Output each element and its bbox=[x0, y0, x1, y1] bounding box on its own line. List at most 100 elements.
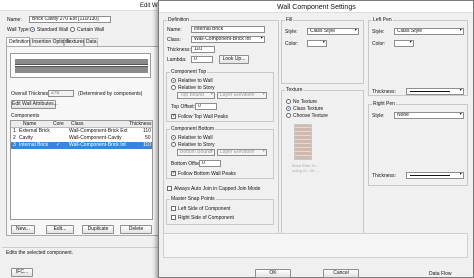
fill-title: Fill bbox=[285, 17, 294, 23]
header-name[interactable]: Name bbox=[23, 121, 36, 127]
top-layer-elevation-select[interactable]: Layer Elevation bbox=[217, 92, 267, 99]
component-bottom-title: Component Bottom bbox=[170, 126, 216, 132]
component-thickness-label: Thickness: bbox=[167, 47, 191, 53]
left-pen-color-label: Color: bbox=[372, 41, 386, 47]
tab-definition-label: Definition bbox=[9, 39, 30, 45]
choose-texture-radio[interactable] bbox=[286, 113, 291, 118]
row-thickness: 110 bbox=[143, 128, 151, 134]
table-row[interactable]: 2 Cavity Wall-Component-Cavity 50 bbox=[11, 135, 152, 142]
standard-wall-radio[interactable] bbox=[30, 27, 35, 32]
right-pen-line-sample bbox=[410, 175, 450, 176]
texture-group: Texture No Texture Class Texture Choose … bbox=[281, 88, 364, 256]
top-offset-label: Top Offset: bbox=[171, 104, 196, 110]
wcs-titlebar[interactable]: Wall Component Settings bbox=[159, 1, 473, 13]
snap-points-group: Master Snap Points Left Side of Componen… bbox=[166, 196, 274, 225]
wall-preview bbox=[10, 53, 151, 78]
tab-textures[interactable]: Textures bbox=[64, 38, 85, 46]
bottom-relative-wall-label: Relative to Wall bbox=[178, 135, 213, 141]
component-name-input[interactable]: Internal Brick bbox=[191, 26, 265, 33]
bottom-offset-input[interactable]: 0 bbox=[199, 160, 221, 167]
table-row[interactable]: 1 External Brick Wall-Component-Brick Ex… bbox=[11, 128, 152, 135]
component-top-title: Component Top bbox=[170, 69, 208, 75]
component-name-label: Name: bbox=[167, 27, 182, 33]
row-num: 2 bbox=[13, 135, 16, 141]
top-relative-wall-label: Relative to Wall bbox=[178, 78, 213, 84]
left-pen-thickness-select[interactable] bbox=[406, 88, 464, 95]
tab-definition[interactable]: Definition bbox=[6, 37, 30, 46]
bottom-relative-story-radio[interactable] bbox=[171, 142, 176, 147]
delete-component-button[interactable]: Delete bbox=[120, 225, 152, 234]
new-component-button[interactable]: New... bbox=[11, 225, 35, 234]
ifc-button[interactable]: IFC... bbox=[11, 268, 33, 277]
tab-textures-label: Textures bbox=[66, 39, 85, 45]
top-bound-select[interactable]: Top Bound bbox=[177, 92, 215, 99]
row-num: 3 bbox=[13, 142, 16, 148]
snap-points-title: Master Snap Points bbox=[170, 196, 216, 202]
texture-preview bbox=[294, 124, 312, 160]
header-class[interactable]: Class bbox=[71, 121, 84, 127]
left-side-checkbox[interactable] bbox=[171, 206, 176, 211]
ok-button[interactable]: OK bbox=[255, 269, 291, 278]
components-label: Components bbox=[11, 113, 40, 119]
component-class-select[interactable]: Wall-Component-Brick Int bbox=[191, 36, 265, 43]
component-thickness-input[interactable]: 110 bbox=[191, 46, 215, 53]
fill-style-label: Style: bbox=[285, 29, 298, 35]
right-pen-style-select[interactable]: None bbox=[394, 112, 464, 119]
class-texture-label: Class Texture bbox=[293, 106, 324, 112]
standard-wall-label: Standard Wall bbox=[37, 27, 69, 33]
header-core[interactable]: Core bbox=[53, 121, 64, 127]
top-offset-input[interactable]: 0 bbox=[195, 103, 217, 110]
right-pen-thickness-select[interactable] bbox=[406, 172, 464, 179]
edit-wall-titlebar[interactable]: Edit W bbox=[0, 0, 166, 11]
fill-style-select[interactable]: Class Style bbox=[307, 28, 359, 35]
follow-bottom-peaks-checkbox[interactable]: ✓ bbox=[171, 171, 176, 176]
curtain-wall-radio[interactable] bbox=[70, 27, 75, 32]
no-texture-radio[interactable] bbox=[286, 99, 291, 104]
cancel-button[interactable]: Cancel bbox=[323, 269, 359, 278]
component-bottom-group: Component Bottom Relative to Wall Relati… bbox=[166, 126, 274, 179]
overall-thickness-label: Overall Thickness: bbox=[11, 91, 53, 97]
duplicate-component-button[interactable]: Duplicate bbox=[82, 225, 114, 234]
bottom-relative-wall-radio[interactable] bbox=[171, 135, 176, 140]
right-side-checkbox[interactable] bbox=[171, 215, 176, 220]
class-texture-radio[interactable] bbox=[286, 106, 291, 111]
edit-component-button[interactable]: Edit... bbox=[46, 225, 74, 234]
table-row-selected[interactable]: 3 Internal Brick ✓ Wall-Component-Brick … bbox=[11, 142, 152, 149]
status-bar: Edits the selected component. bbox=[2, 247, 162, 257]
left-pen-color-swatch[interactable] bbox=[394, 40, 414, 47]
top-relative-wall-radio[interactable] bbox=[171, 78, 176, 83]
row-name: External Brick bbox=[19, 128, 50, 134]
row-num: 1 bbox=[13, 128, 16, 134]
top-relative-story-radio[interactable] bbox=[171, 85, 176, 90]
wcs-title: Wall Component Settings bbox=[277, 4, 356, 11]
tab-insertion-options[interactable]: Insertion Options bbox=[30, 38, 70, 46]
auto-join-checkbox[interactable] bbox=[167, 186, 172, 191]
no-texture-label: No Texture bbox=[293, 99, 318, 105]
fill-color-swatch[interactable] bbox=[307, 40, 327, 47]
wall-name-input[interactable]: Brick Cavity 270 Ext [110/130] bbox=[29, 16, 111, 23]
component-top-group: Component Top Relative to Wall Relative … bbox=[166, 69, 274, 122]
follow-bottom-peaks-label: Follow Bottom Wall Peaks bbox=[178, 171, 236, 177]
wall-component-settings-dialog: Wall Component Settings Definition Name:… bbox=[158, 0, 474, 278]
right-pen-thickness-label: Thickness: bbox=[372, 173, 396, 179]
component-class-label: Class: bbox=[167, 37, 181, 43]
auto-join-label: Always Auto Join in Capped Join Mode bbox=[174, 186, 261, 192]
lambda-lookup-button[interactable]: Look Up... bbox=[219, 55, 249, 64]
follow-top-peaks-checkbox[interactable]: ✓ bbox=[171, 114, 176, 119]
data-flow-link[interactable]: Data Flow bbox=[429, 271, 452, 277]
left-pen-line-sample bbox=[410, 91, 450, 92]
row-class: Wall-Component-Brick Int bbox=[69, 142, 126, 148]
header-thickness[interactable]: Thickness bbox=[129, 121, 152, 127]
wall-preview-layer-3 bbox=[15, 67, 148, 73]
bottom-relative-story-label: Relative to Story bbox=[178, 142, 215, 148]
lambda-input[interactable]: 0 bbox=[191, 56, 213, 63]
edit-wall-attributes-button[interactable]: Edit Wall Attributes... bbox=[11, 100, 58, 109]
tab-data-label: Data bbox=[86, 39, 97, 45]
left-pen-title: Left Pen bbox=[372, 17, 393, 23]
bottom-bound-select[interactable]: Bottom Bound bbox=[177, 149, 215, 156]
left-pen-style-select[interactable]: Class Style bbox=[394, 28, 464, 35]
row-thickness: 110 bbox=[143, 142, 151, 148]
bottom-layer-elevation-select[interactable]: Layer Elevation bbox=[217, 149, 267, 156]
definition-group: Definition Name: Internal Brick Class: W… bbox=[163, 18, 279, 256]
tab-data[interactable]: Data bbox=[84, 38, 98, 46]
